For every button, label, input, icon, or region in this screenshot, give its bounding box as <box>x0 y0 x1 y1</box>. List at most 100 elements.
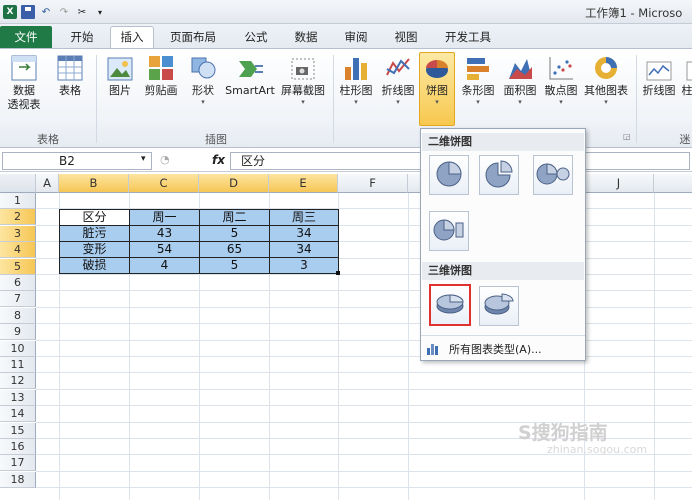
pie-chart-button[interactable]: 饼图 ▾ <box>419 52 455 126</box>
undo-icon[interactable]: ↶ <box>39 5 53 19</box>
column-header-d[interactable]: D <box>199 174 269 193</box>
row-header-7[interactable]: 7 <box>0 291 36 308</box>
pie-chart-dropdown: 二维饼图 三维饼图 所有图表类型(A)... <box>420 128 586 361</box>
column-header-f[interactable]: F <box>338 174 408 193</box>
row-header-10[interactable]: 10 <box>0 340 36 357</box>
title-bar: X ↶ ↷ ✂ ▾ 工作簿1 - Microso <box>0 0 692 24</box>
cell-c5[interactable]: 4 <box>129 257 200 274</box>
all-chart-types-item[interactable]: 所有图表类型(A)... <box>427 341 542 358</box>
row-header-9[interactable]: 9 <box>0 324 36 341</box>
column-header-k[interactable] <box>654 174 692 193</box>
select-all-corner[interactable] <box>0 174 36 193</box>
group-label-tables: 表格 <box>37 133 59 146</box>
tab-insert[interactable]: 插入 <box>110 26 154 49</box>
pie-3d-option[interactable] <box>429 284 471 326</box>
cell-d2[interactable]: 周二 <box>199 209 270 226</box>
formula-bar: B2 ▾ ◔ fx 区分 <box>0 150 692 172</box>
row-header-13[interactable]: 13 <box>0 389 36 406</box>
scatter-chart-button[interactable]: 散点图 ▾ <box>541 53 581 125</box>
row-header-5[interactable]: 5 <box>0 258 36 275</box>
column-chart-icon <box>343 53 369 81</box>
row-header-14[interactable]: 14 <box>0 406 36 423</box>
exploded-pie-option[interactable] <box>479 155 519 195</box>
tab-developer[interactable]: 开发工具 <box>436 28 500 48</box>
area-chart-button[interactable]: 面积图 ▾ <box>500 53 540 125</box>
row-header-17[interactable]: 17 <box>0 455 36 472</box>
cell-e2[interactable]: 周三 <box>269 209 339 226</box>
customize-qat-icon[interactable]: ▾ <box>93 5 107 19</box>
table-icon <box>57 53 83 81</box>
shapes-button[interactable]: 形状 ▾ <box>184 53 222 125</box>
pie-2d-option[interactable] <box>429 155 469 195</box>
redo-icon[interactable]: ↷ <box>57 5 71 19</box>
cell-b2[interactable]: 区分 <box>59 209 130 226</box>
smartart-icon <box>237 53 263 81</box>
row-header-8[interactable]: 8 <box>0 307 36 324</box>
cell-d4[interactable]: 65 <box>199 241 270 258</box>
screenshot-button[interactable]: 屏幕截图 ▾ <box>278 53 328 125</box>
save-icon[interactable] <box>21 5 35 19</box>
table-button[interactable]: 表格 <box>50 53 90 125</box>
window-title: 工作簿1 - Microso <box>585 6 683 20</box>
bar-chart-button[interactable]: 条形图 ▾ <box>458 53 498 125</box>
column-header-j[interactable]: J <box>584 174 654 193</box>
cell-e3[interactable]: 34 <box>269 225 339 242</box>
sparkline-line-button[interactable]: 折线图 <box>640 53 678 125</box>
bar-of-pie-option[interactable] <box>429 211 469 251</box>
name-box-dropdown-icon[interactable]: ▾ <box>141 154 146 164</box>
tab-data[interactable]: 数据 <box>286 28 326 48</box>
row-header-18[interactable]: 18 <box>0 471 36 488</box>
fill-handle[interactable] <box>336 271 340 275</box>
pie-chart-icon <box>424 53 450 81</box>
ribbon-tabs: 文件 开始 插入 页面布局 公式 数据 审阅 视图 开发工具 <box>0 24 692 49</box>
smartart-button[interactable]: SmartArt <box>224 53 276 125</box>
tab-view[interactable]: 视图 <box>386 28 426 48</box>
line-chart-button[interactable]: 折线图 ▾ <box>378 53 418 125</box>
cell-d3[interactable]: 5 <box>199 225 270 242</box>
column-header-a[interactable]: A <box>36 174 59 193</box>
row-header-1[interactable]: 1 <box>0 193 36 209</box>
grid-line <box>36 290 692 292</box>
row-header-4[interactable]: 4 <box>0 242 36 259</box>
sparkline-line-icon <box>646 53 672 81</box>
row-header-16[interactable]: 16 <box>0 439 36 455</box>
pivot-table-button[interactable]: 数据 透视表 <box>2 53 46 125</box>
sparkline-column-button[interactable]: 柱 <box>680 53 692 125</box>
cell-b3[interactable]: 脏污 <box>59 225 130 242</box>
format-painter-icon[interactable]: ✂ <box>75 5 89 19</box>
column-header-b[interactable]: B <box>59 174 129 193</box>
row-header-11[interactable]: 11 <box>0 357 36 373</box>
column-header-e[interactable]: E <box>269 174 338 193</box>
cell-b5[interactable]: 破损 <box>59 257 130 274</box>
cell-e5[interactable]: 3 <box>269 257 339 274</box>
cell-d5[interactable]: 5 <box>199 257 270 274</box>
column-chart-button[interactable]: 柱形图 ▾ <box>336 53 376 125</box>
cell-b4[interactable]: 变形 <box>59 241 130 258</box>
tab-formulas[interactable]: 公式 <box>236 28 276 48</box>
tab-home[interactable]: 开始 <box>62 28 102 48</box>
dialog-launcher-icon[interactable]: ◲ <box>623 132 631 141</box>
tab-page-layout[interactable]: 页面布局 <box>162 28 224 48</box>
all-charts-icon <box>427 343 441 358</box>
cell-c3[interactable]: 43 <box>129 225 200 242</box>
name-box[interactable]: B2 <box>2 152 152 170</box>
pie-of-pie-option[interactable] <box>533 155 573 195</box>
scatter-chart-icon <box>548 53 574 81</box>
exploded-pie-3d-option[interactable] <box>479 286 519 326</box>
cell-e4[interactable]: 34 <box>269 241 339 258</box>
cell-c2[interactable]: 周一 <box>129 209 200 226</box>
row-header-3[interactable]: 3 <box>0 225 36 242</box>
tab-review[interactable]: 审阅 <box>336 28 376 48</box>
insert-function-icon[interactable]: fx <box>212 153 225 167</box>
column-header-c[interactable]: C <box>129 174 199 193</box>
row-header-15[interactable]: 15 <box>0 422 36 439</box>
other-charts-button[interactable]: 其他图表 ▾ <box>582 53 630 125</box>
tab-file[interactable]: 文件 <box>0 26 52 48</box>
clipart-icon <box>148 53 174 81</box>
row-header-2[interactable]: 2 <box>0 209 36 226</box>
cell-c4[interactable]: 54 <box>129 241 200 258</box>
row-header-6[interactable]: 6 <box>0 275 36 291</box>
row-header-12[interactable]: 12 <box>0 373 36 390</box>
picture-button[interactable]: 图片 <box>100 53 140 125</box>
clipart-button[interactable]: 剪贴画 <box>142 53 180 125</box>
